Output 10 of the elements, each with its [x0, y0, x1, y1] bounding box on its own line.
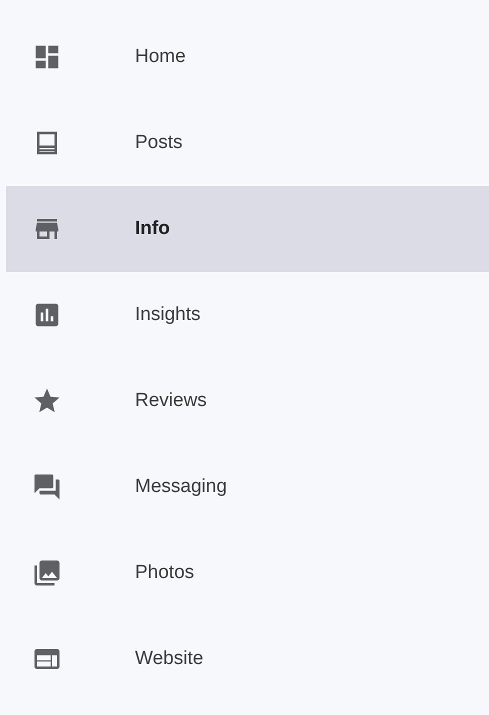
nav-item[interactable]: Insights [6, 272, 489, 358]
nav-item[interactable]: Messaging [6, 444, 489, 530]
nav-item[interactable]: Home [6, 14, 489, 100]
nav-item[interactable]: Posts [6, 100, 489, 186]
nav-item[interactable]: Reviews [6, 358, 489, 444]
photo-library-icon [32, 558, 62, 588]
chat-bubbles-icon [32, 472, 62, 502]
nav-item[interactable]: Photos [6, 530, 489, 616]
nav-item[interactable]: Website [6, 616, 489, 702]
nav-item[interactable]: Info [6, 186, 489, 272]
